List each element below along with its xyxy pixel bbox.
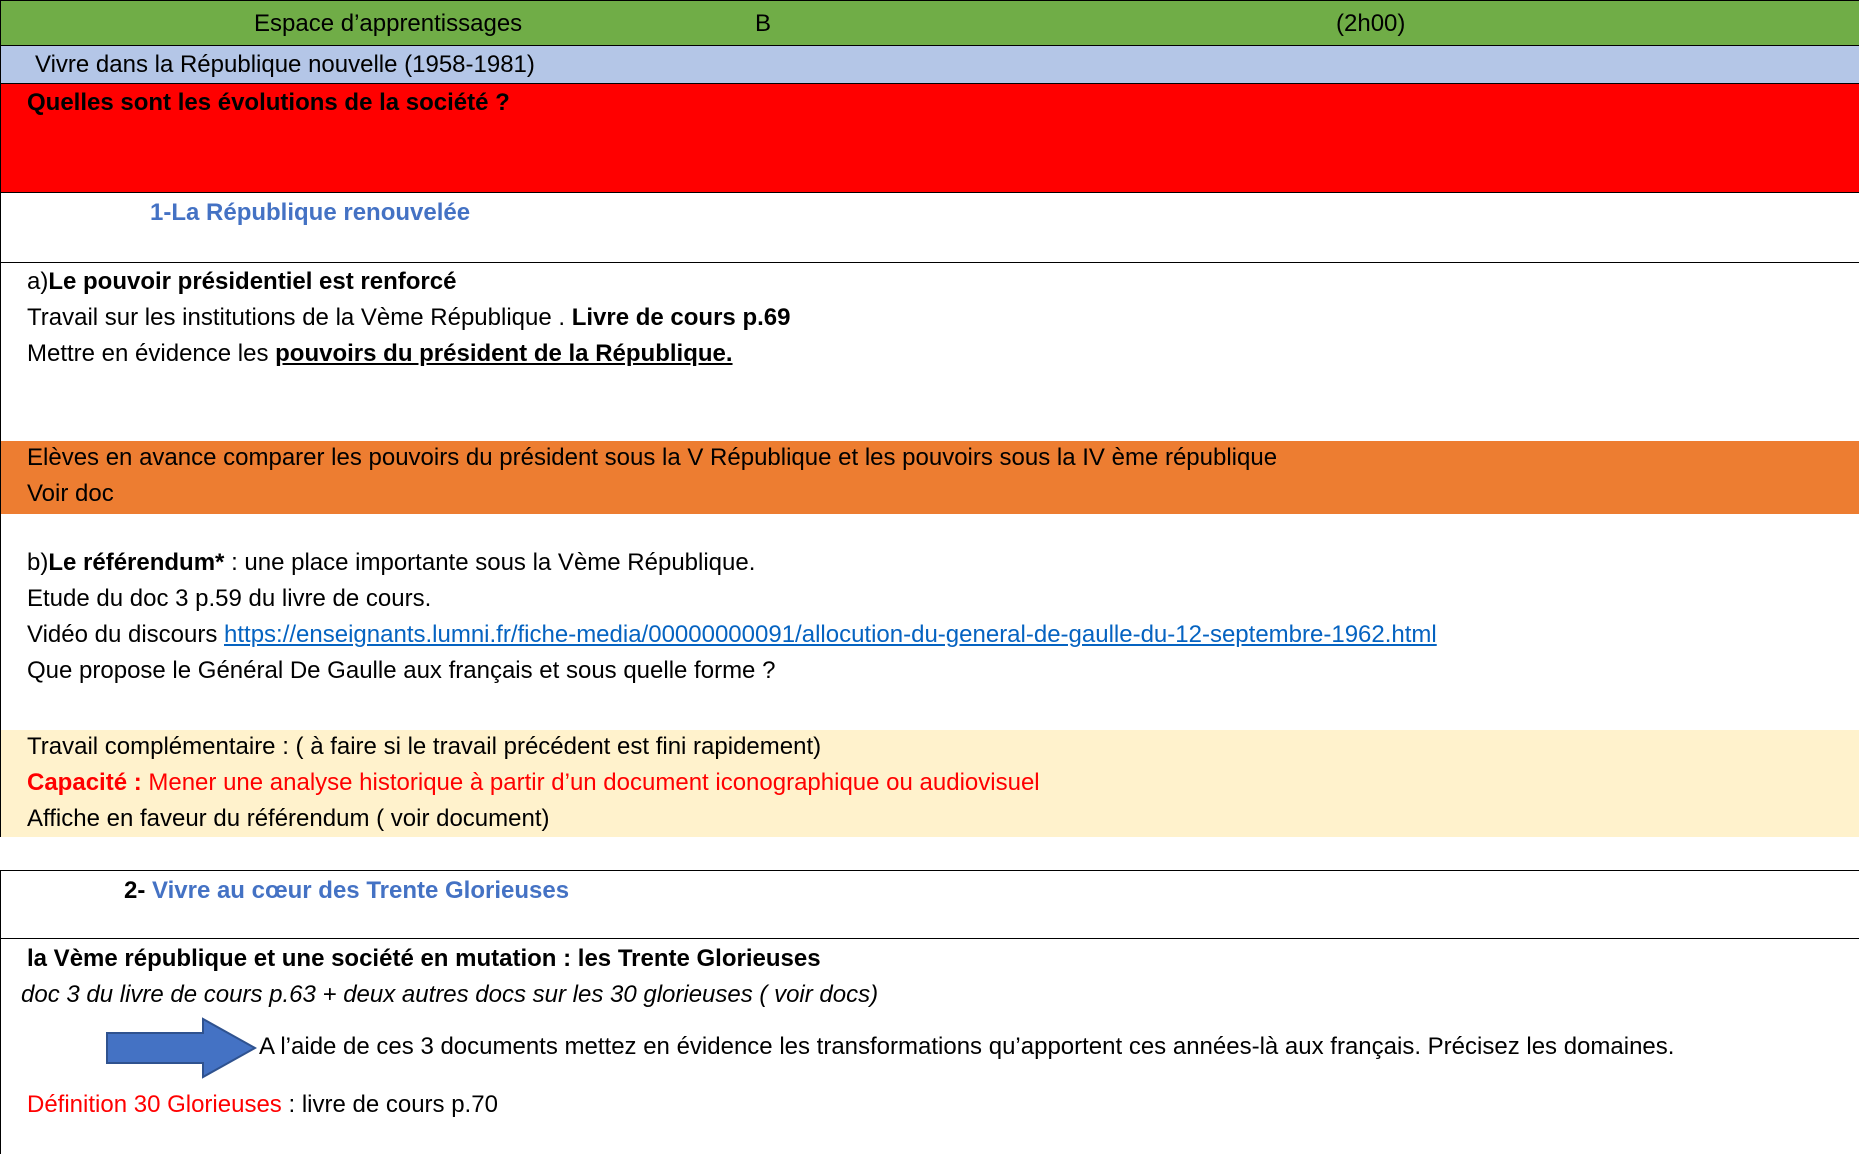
theme-row: Vivre dans la République nouvelle (1958-… bbox=[0, 46, 1859, 84]
advance-line1: Elèves en avance comparer les pouvoirs d… bbox=[27, 444, 1278, 471]
affiche-line: Affiche en faveur du référendum ( voir d… bbox=[27, 805, 550, 832]
advance-block: Elèves en avance comparer les pouvoirs d… bbox=[1, 441, 1859, 514]
part-a-heading: a)Le pouvoir présidentiel est renforcé bbox=[27, 268, 457, 295]
part-b-video: Vidéo du discours https://enseignants.lu… bbox=[27, 621, 1437, 648]
section1-content: a)Le pouvoir présidentiel est renforcé T… bbox=[0, 263, 1859, 837]
video-link[interactable]: https://enseignants.lumni.fr/fiche-media… bbox=[224, 621, 1437, 648]
section1-title: 1-La République renouvelée bbox=[150, 199, 471, 226]
part-b-heading: b)Le référendum* : une place importante … bbox=[27, 549, 756, 576]
section2-docs: doc 3 du livre de cours p.63 + deux autr… bbox=[21, 981, 879, 1008]
part-a-line2: Mettre en évidence les pouvoirs du prési… bbox=[27, 340, 733, 367]
definition-line: Définition 30 Glorieuses : livre de cour… bbox=[27, 1091, 498, 1118]
question-row: Quelles sont les évolutions de la sociét… bbox=[0, 84, 1859, 193]
theme-title: Vivre dans la République nouvelle (1958-… bbox=[35, 51, 535, 78]
section2-consigne: A l’aide de ces 3 documents mettez en év… bbox=[259, 1033, 1675, 1060]
worksheet: Espace d’apprentissages B (2h00) Vivre d… bbox=[0, 0, 1859, 1154]
section2-content: la Vème république et une société en mut… bbox=[0, 939, 1859, 1154]
complementary-block: Travail complémentaire : ( à faire si le… bbox=[1, 730, 1859, 837]
section2-title-row: 2- Vivre au cœur des Trente Glorieuses bbox=[0, 870, 1859, 939]
advance-line2: Voir doc bbox=[27, 480, 114, 507]
section1-title-row: 1-La République renouvelée bbox=[0, 193, 1859, 263]
arrow-right-icon bbox=[106, 1017, 257, 1079]
duree-label: (2h00) bbox=[1336, 10, 1406, 37]
part-b-question: Que propose le Général De Gaulle aux fra… bbox=[27, 657, 776, 684]
part-b-etude: Etude du doc 3 p.59 du livre de cours. bbox=[27, 585, 432, 612]
part-a-line1: Travail sur les institutions de la Vème … bbox=[27, 304, 791, 331]
compl-line1: Travail complémentaire : ( à faire si le… bbox=[27, 733, 822, 760]
espace-label: Espace d’apprentissages bbox=[254, 10, 523, 37]
main-question: Quelles sont les évolutions de la sociét… bbox=[27, 89, 510, 116]
section2-subtitle: la Vème république et une société en mut… bbox=[27, 945, 821, 972]
header-row: Espace d’apprentissages B (2h00) bbox=[0, 0, 1859, 46]
groupe-label: B bbox=[755, 10, 772, 37]
capacite-line: Capacité : Mener une analyse historique … bbox=[27, 769, 1040, 796]
section2-title: 2- Vivre au cœur des Trente Glorieuses bbox=[124, 877, 570, 904]
